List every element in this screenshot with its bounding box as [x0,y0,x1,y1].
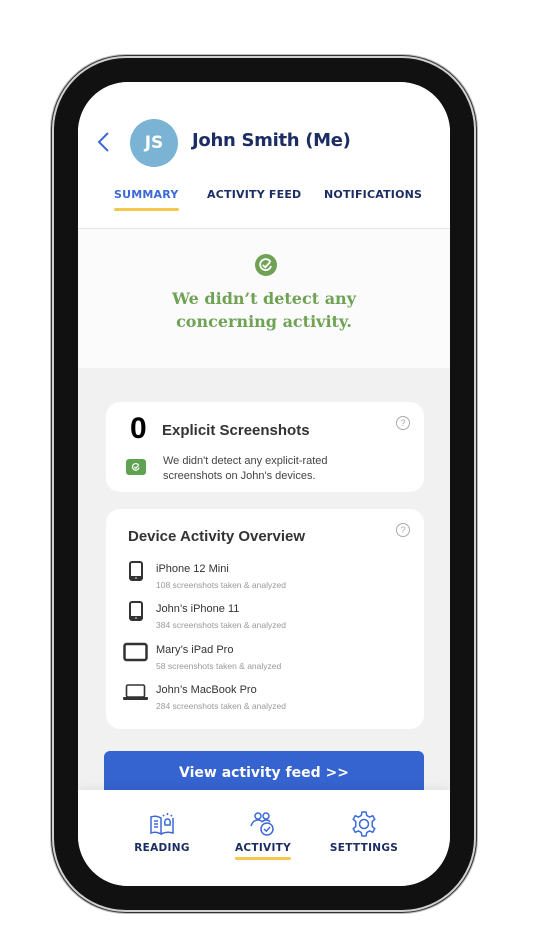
device-row[interactable]: John’s iPhone 11 384 screenshots taken &… [126,601,406,637]
profile-name: John Smith (Me) [192,130,351,151]
device-stats: 58 screenshots taken & analyzed [156,661,282,671]
back-chevron-icon[interactable] [94,130,114,154]
tab-notifications[interactable]: NOTIFICATIONS [324,188,422,201]
device-row[interactable]: iPhone 12 Mini 108 screenshots taken & a… [126,561,406,597]
explicit-count: 0 [130,412,147,445]
tab-activity-feed[interactable]: ACTIVITY FEED [207,188,301,201]
profile-header: JS John Smith (Me) SUMMARY ACTIVITY FEED… [78,82,450,229]
device-activity-card: Device Activity Overview ? iPhone 12 Min… [106,509,424,729]
tab-summary[interactable]: SUMMARY [114,188,179,211]
device-name: Mary’s iPad Pro [156,644,234,656]
card-title: Device Activity Overview [128,528,306,545]
nav-item-settings[interactable]: SETTTINGS [324,810,404,856]
device-row[interactable]: John’s MacBook Pro 284 screenshots taken… [123,682,406,718]
nav-item-activity[interactable]: ACTIVITY [223,810,303,860]
device-name: John’s iPhone 11 [156,603,240,615]
nav-label: ACTIVITY [234,842,292,860]
check-badge-icon [126,459,146,475]
laptop-icon [123,684,148,700]
status-banner: We didn’t detect any concerning activity… [78,229,450,368]
status-message: We didn’t detect any concerning activity… [78,287,450,333]
device-name: John’s MacBook Pro [156,684,257,696]
book-bulb-icon [150,813,174,836]
bottom-nav: READING ACTIVITY SETTTINGS [78,790,450,886]
view-activity-feed-button[interactable]: View activity feed >> [104,751,424,795]
nav-label: READING [134,842,190,854]
explicit-screenshots-card: 0 Explicit Screenshots ? We didn't detec… [106,402,424,492]
device-stats: 284 screenshots taken & analyzed [156,701,286,711]
help-icon[interactable]: ? [396,416,410,430]
nav-item-reading[interactable]: READING [122,810,202,856]
check-circle-icon [255,254,277,276]
gear-icon [352,811,376,837]
tablet-icon [123,642,148,662]
device-stats: 108 screenshots taken & analyzed [156,580,286,590]
users-check-icon [250,812,274,836]
phone-icon [129,601,143,621]
device-stats: 384 screenshots taken & analyzed [156,620,286,630]
status-message-line1: We didn’t detect any [172,289,356,308]
description-line: We didn't detect any explicit-rated [163,455,328,467]
phone-frame: JS John Smith (Me) SUMMARY ACTIVITY FEED… [54,58,474,910]
device-row[interactable]: Mary’s iPad Pro 58 screenshots taken & a… [123,642,406,678]
tab-bar: SUMMARY ACTIVITY FEED NOTIFICATIONS [78,182,450,218]
help-icon[interactable]: ? [396,523,410,537]
status-message-line2: concerning activity. [176,312,352,331]
avatar: JS [130,119,178,167]
card-title: Explicit Screenshots [162,422,310,439]
description-line: screenshots on John's devices. [163,470,316,482]
explicit-description: We didn't detect any explicit-rated scre… [163,454,383,484]
nav-label: SETTTINGS [329,842,399,854]
app-screen: JS John Smith (Me) SUMMARY ACTIVITY FEED… [78,82,450,886]
device-name: iPhone 12 Mini [156,563,229,575]
phone-icon [129,561,143,581]
